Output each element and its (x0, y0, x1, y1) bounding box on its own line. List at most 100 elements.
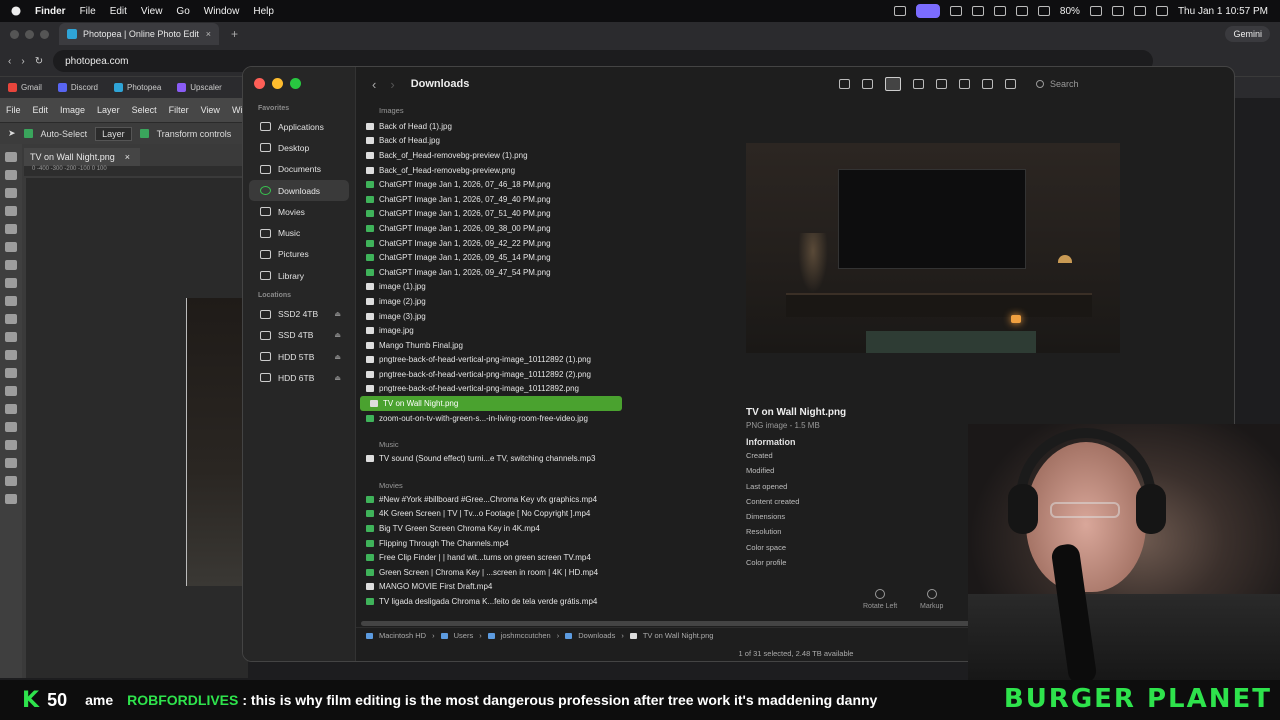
tool-icon[interactable] (5, 224, 17, 234)
column-view-icon[interactable] (885, 77, 901, 91)
gallery-view-icon[interactable] (913, 79, 924, 89)
tool-icon[interactable] (5, 206, 17, 216)
auto-select-checkbox[interactable] (23, 129, 33, 138)
browser-window-controls[interactable] (10, 29, 49, 39)
move-tool-icon[interactable]: ➤ (8, 128, 16, 139)
list-item[interactable]: image.jpg (356, 323, 628, 338)
list-item[interactable]: Back of Head.jpg (356, 134, 628, 149)
tool-icon[interactable] (5, 368, 17, 378)
list-item[interactable]: ChatGPT Image Jan 1, 2026, 09_38_00 PM.p… (356, 221, 628, 236)
transform-controls-checkbox[interactable] (139, 129, 149, 138)
sidebar-item-applications[interactable]: Applications (243, 116, 355, 137)
bookmark-discord[interactable]: Discord (57, 83, 98, 92)
markup-button[interactable]: Markup (920, 589, 943, 610)
sidebar-item-ssd2[interactable]: SSD2 4TB ⏏ (243, 303, 355, 324)
tool-icon[interactable] (5, 152, 17, 162)
forward-icon[interactable]: › (390, 77, 394, 92)
sidebar-item-downloads[interactable]: Downloads (249, 179, 349, 202)
gemini-button[interactable]: Gemini (1225, 26, 1270, 42)
menu-edit[interactable]: Edit (110, 6, 127, 17)
sidebar-item-hdd6[interactable]: HDD 6TB ⏏ (243, 367, 355, 388)
path-segment[interactable]: Macintosh HD (379, 631, 426, 640)
volume-icon[interactable] (993, 6, 1006, 16)
list-item[interactable]: Mango Thumb Final.jpg (356, 338, 628, 353)
eject-icon[interactable]: ⏏ (334, 374, 341, 382)
sidebar-item-hdd5[interactable]: HDD 5TB ⏏ (243, 346, 355, 367)
path-segment[interactable]: Downloads (578, 631, 615, 640)
screen-record-icon[interactable] (915, 4, 940, 18)
close-window-button[interactable] (254, 78, 265, 89)
back-icon[interactable]: ‹ (372, 77, 376, 92)
list-item[interactable]: zoom-out-on-tv-with-green-s...-in-living… (356, 411, 628, 426)
bookmark-upscaler[interactable]: Upscaler (177, 83, 222, 92)
tool-icon[interactable] (5, 404, 17, 414)
tool-icon[interactable] (5, 170, 17, 180)
tool-icon[interactable] (5, 242, 17, 252)
list-item[interactable]: #New #York #billboard #Gree...Chroma Key… (356, 492, 628, 507)
horizontal-scrollbar[interactable] (361, 621, 972, 626)
list-item[interactable]: ChatGPT Image Jan 1, 2026, 09_47_54 PM.p… (356, 265, 628, 280)
list-item[interactable]: ChatGPT Image Jan 1, 2026, 09_45_14 PM.p… (356, 250, 628, 265)
list-item[interactable]: pngtree-back-of-head-vertical-png-image_… (356, 353, 628, 368)
eject-icon[interactable]: ⏏ (334, 310, 341, 318)
list-item[interactable]: Free Clip Finder | | hand wit...turns on… (356, 550, 628, 565)
tool-icon[interactable] (5, 314, 17, 324)
pp-menu-filter[interactable]: Filter (169, 105, 189, 115)
tool-icon[interactable] (5, 494, 17, 504)
status-icon[interactable] (949, 6, 962, 16)
bluetooth-icon[interactable] (1037, 6, 1050, 16)
list-item[interactable]: ChatGPT Image Jan 1, 2026, 09_42_22 PM.p… (356, 236, 628, 251)
search-field[interactable]: Search (1028, 74, 1228, 94)
zoom-window-button[interactable] (290, 78, 301, 89)
list-item[interactable]: Back_of_Head-removebg-preview (1).png (356, 148, 628, 163)
pp-menu-image[interactable]: Image (60, 105, 85, 115)
apple-icon[interactable] (11, 6, 21, 16)
reload-icon[interactable]: ↻ (35, 56, 43, 67)
globe-icon[interactable] (971, 6, 984, 16)
icon-view-icon[interactable] (839, 79, 850, 89)
tool-icon[interactable] (5, 260, 17, 270)
list-item[interactable]: Green Screen | Chroma Key | ...screen in… (356, 565, 628, 580)
list-item[interactable]: ChatGPT Image Jan 1, 2026, 07_51_40 PM.p… (356, 207, 628, 222)
menu-help[interactable]: Help (253, 6, 274, 17)
menu-file[interactable]: File (80, 6, 96, 17)
list-item[interactable]: MANGO MOVIE First Draft.mp4 (356, 580, 628, 595)
photopea-canvas[interactable] (26, 178, 248, 678)
sidebar-item-pictures[interactable]: Pictures (243, 244, 355, 265)
list-item[interactable]: pngtree-back-of-head-vertical-png-image_… (356, 382, 628, 397)
tool-icon[interactable] (5, 332, 17, 342)
tool-icon[interactable] (5, 440, 17, 450)
pp-menu-file[interactable]: File (6, 105, 21, 115)
document-tab[interactable]: TV on Wall Night.png × (24, 148, 140, 166)
pp-menu-layer[interactable]: Layer (97, 105, 120, 115)
rotate-left-button[interactable]: Rotate Left (863, 589, 897, 610)
tool-icon[interactable] (5, 386, 17, 396)
file-column[interactable]: Images Back of Head (1).jpg Back of Head… (356, 101, 628, 621)
close-tab-icon[interactable]: × (206, 29, 211, 39)
menu-window[interactable]: Window (204, 6, 240, 17)
sidebar-item-movies[interactable]: Movies (243, 201, 355, 222)
status-icon[interactable] (893, 6, 906, 16)
menu-view[interactable]: View (141, 6, 163, 17)
list-item[interactable]: TV ligada desligada Chroma K...feito de … (356, 594, 628, 609)
back-arrow-icon[interactable]: ‹ (8, 56, 11, 67)
list-item[interactable]: pngtree-back-of-head-vertical-png-image_… (356, 367, 628, 382)
list-item[interactable]: image (2).jpg (356, 294, 628, 309)
tool-icon[interactable] (5, 422, 17, 432)
list-item[interactable]: ChatGPT Image Jan 1, 2026, 07_46_18 PM.p… (356, 177, 628, 192)
close-document-icon[interactable]: × (125, 152, 130, 162)
minimize-window-button[interactable] (272, 78, 283, 89)
tool-icon[interactable] (5, 296, 17, 306)
list-item[interactable]: Back_of_Head-removebg-preview.png (356, 163, 628, 178)
list-item[interactable]: image (1).jpg (356, 280, 628, 295)
list-item[interactable]: 4K Green Screen | TV | Tv...o Footage [ … (356, 507, 628, 522)
list-item[interactable]: Big TV Green Screen Chroma Key in 4K.mp4 (356, 521, 628, 536)
list-item[interactable]: image (3).jpg (356, 309, 628, 324)
menu-go[interactable]: Go (176, 6, 189, 17)
path-segment[interactable]: TV on Wall Night.png (643, 631, 714, 640)
list-item[interactable]: Flipping Through The Channels.mp4 (356, 536, 628, 551)
path-segment[interactable]: joshmccutchen (501, 631, 551, 640)
eject-icon[interactable]: ⏏ (334, 353, 341, 361)
browser-tab[interactable]: Photopea | Online Photo Edit × (59, 23, 219, 45)
selected-file-row[interactable]: TV on Wall Night.png (360, 396, 622, 411)
